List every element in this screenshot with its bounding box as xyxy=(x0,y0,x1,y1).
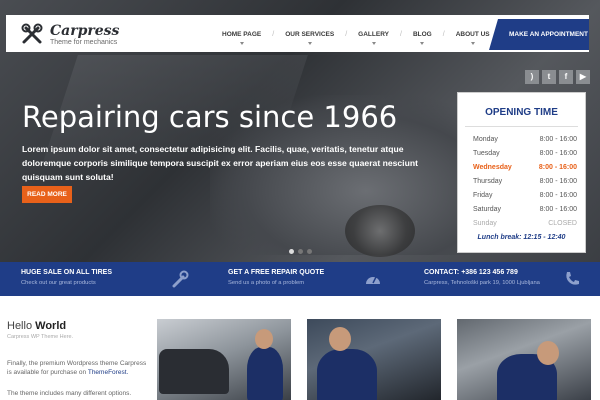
chevron-down-icon xyxy=(470,42,475,45)
mechanic-head xyxy=(537,341,559,365)
info-contact[interactable]: CONTACT: +386 123 456 789 Carpress, Tehn… xyxy=(403,262,600,296)
hours-row-closed: Sunday CLOSED xyxy=(473,220,577,227)
hours-row: Friday 8:00 - 16:00 xyxy=(473,192,577,199)
mechanic-head xyxy=(255,329,273,349)
gallery-photo-mechanic-engine[interactable] xyxy=(307,319,441,400)
gallery-photo-mechanic-underbody[interactable] xyxy=(457,319,591,400)
nav-separator: / xyxy=(442,31,445,38)
twitter-icon[interactable]: t xyxy=(542,70,556,84)
slider-dot[interactable] xyxy=(298,249,303,254)
gallery-photo-mechanic-car[interactable] xyxy=(157,319,291,400)
welcome-heading: Hello World xyxy=(7,320,67,332)
divider xyxy=(465,126,578,127)
nav-home[interactable]: HOME PAGE xyxy=(222,31,261,45)
slider-dot[interactable] xyxy=(289,249,294,254)
read-more-button[interactable]: READ MORE xyxy=(22,186,72,203)
nav-separator: / xyxy=(400,31,402,38)
youtube-icon[interactable]: ▶ xyxy=(576,70,590,84)
welcome-intro: Finally, the premium Wordpress theme Car… xyxy=(7,360,147,376)
rss-icon[interactable]: ) xyxy=(525,70,539,84)
chevron-down-icon xyxy=(239,42,244,45)
slider-dot[interactable] xyxy=(307,249,312,254)
info-quote[interactable]: GET A FREE REPAIR QUOTE Send us a photo … xyxy=(207,262,403,296)
hours-row: Saturday 8:00 - 16:00 xyxy=(473,206,577,213)
welcome-subheading: Carpress WP Theme Here. xyxy=(7,334,74,340)
make-appointment-button[interactable]: MAKE AN APPOINTMENT xyxy=(489,19,589,50)
info-bar: HUGE SALE ON ALL TIRES Check out our gre… xyxy=(0,262,600,296)
chevron-down-icon xyxy=(371,42,376,45)
welcome-intro-more: The theme includes many different option… xyxy=(7,390,132,397)
mechanic-figure xyxy=(247,347,283,400)
wrench-icon xyxy=(172,270,189,288)
facebook-icon[interactable]: f xyxy=(559,70,573,84)
hours-row: Thursday 8:00 - 16:00 xyxy=(473,178,577,185)
themeforest-link[interactable]: ThemeForest. xyxy=(88,369,128,376)
car-shape xyxy=(159,349,229,394)
nav-services[interactable]: OUR SERVICES xyxy=(285,31,334,45)
speedometer-icon xyxy=(366,276,380,284)
mechanic-head xyxy=(329,327,351,351)
info-tires[interactable]: HUGE SALE ON ALL TIRES Check out our gre… xyxy=(0,262,207,296)
opening-time-title: OPENING TIME xyxy=(485,107,558,118)
welcome-section: Hello World Carpress WP Theme Here. Fina… xyxy=(0,296,600,400)
hours-row-today: Wednesday 8:00 - 16:00 xyxy=(473,164,577,171)
lunch-break: Lunch break: 12:15 - 12:40 xyxy=(477,234,566,241)
nav-about[interactable]: ABOUT US xyxy=(456,31,490,45)
wrench-logo-icon xyxy=(21,23,43,44)
phone-icon xyxy=(566,272,579,285)
nav-separator: / xyxy=(272,31,275,38)
hero-text: Lorem ipsum dolor sit amet, consectetur … xyxy=(22,144,418,182)
hero-title: Repairing cars since 1966 xyxy=(22,100,398,134)
nav-separator: / xyxy=(345,31,348,38)
hero-car-wheel xyxy=(345,205,415,257)
social-links: ) t f ▶ xyxy=(525,70,590,84)
slider-dots xyxy=(289,249,312,254)
mechanic-figure xyxy=(317,349,377,400)
opening-time-widget: OPENING TIME Monday 8:00 - 16:00 Tuesday 8… xyxy=(457,92,586,253)
nav-gallery[interactable]: GALLERY xyxy=(358,31,389,45)
hours-row: Tuesday 8:00 - 16:00 xyxy=(473,150,577,157)
brand-name[interactable]: Carpress xyxy=(50,23,119,39)
chevron-down-icon xyxy=(420,42,425,45)
brand-tagline: Theme for mechanics xyxy=(50,39,118,46)
nav-blog[interactable]: BLOG xyxy=(413,31,432,45)
main-nav: HOME PAGE / OUR SERVICES / GALLERY / BLO… xyxy=(222,31,490,45)
hours-row: Monday 8:00 - 16:00 xyxy=(473,136,577,143)
chevron-down-icon xyxy=(307,42,312,45)
